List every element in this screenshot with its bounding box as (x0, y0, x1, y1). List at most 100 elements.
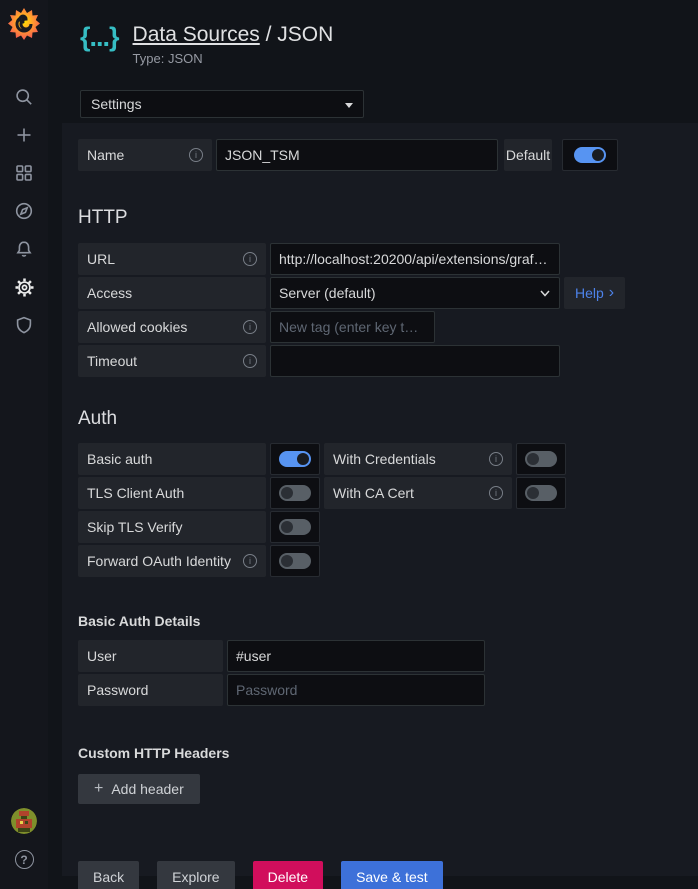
caret-down-icon (345, 103, 353, 108)
with-credentials-label: With Credentials i (324, 443, 512, 475)
skip-tls-verify-label-text: Skip TLS Verify (87, 519, 182, 535)
password-input[interactable] (227, 674, 485, 706)
chevron-right-icon: › (609, 286, 614, 300)
default-label: Default (504, 139, 552, 171)
timeout-label-text: Timeout (87, 353, 137, 369)
skip-tls-verify-label: Skip TLS Verify (78, 511, 266, 543)
forward-oauth-label: Forward OAuth Identity i (78, 545, 266, 577)
forward-oauth-toggle-box (270, 545, 320, 577)
main-area: {...} Data Sources / JSON Type: JSON Set… (48, 0, 698, 889)
tls-client-auth-label: TLS Client Auth (78, 477, 266, 509)
settings-tab-select-value: Settings (91, 96, 142, 112)
with-ca-cert-label: With CA Cert i (324, 477, 512, 509)
breadcrumb-current: / JSON (260, 23, 334, 46)
grafana-logo[interactable] (0, 0, 48, 48)
access-row: Access Server (default) Help › (78, 277, 682, 309)
with-credentials-label-text: With Credentials (333, 451, 436, 467)
tls-client-auth-toggle[interactable] (279, 485, 311, 501)
auth-row-2: TLS Client Auth With CA Cert i (78, 477, 682, 509)
dashboards-grid-icon[interactable] (0, 154, 48, 192)
create-plus-icon[interactable] (0, 116, 48, 154)
with-ca-cert-toggle[interactable] (525, 485, 557, 501)
page-title-block: Data Sources / JSON Type: JSON (133, 22, 334, 66)
access-label-text: Access (87, 285, 132, 301)
info-icon[interactable]: i (243, 554, 257, 568)
basic-auth-toggle[interactable] (279, 451, 311, 467)
help-icon[interactable]: ? (15, 850, 34, 869)
basic-auth-label-text: Basic auth (87, 451, 152, 467)
search-icon[interactable] (0, 78, 48, 116)
allowed-cookies-input[interactable] (270, 311, 435, 343)
add-header-button[interactable]: + Add header (78, 774, 200, 804)
info-icon[interactable]: i (489, 486, 503, 500)
custom-http-headers-heading: Custom HTTP Headers (78, 745, 682, 761)
allowed-cookies-row: Allowed cookies i (78, 311, 682, 343)
help-button[interactable]: Help › (564, 277, 625, 309)
page-title: Data Sources / JSON (133, 22, 334, 48)
sidebar: ? (0, 0, 48, 889)
forward-oauth-label-text: Forward OAuth Identity (87, 553, 231, 569)
skip-tls-verify-toggle-box (270, 511, 320, 543)
name-label-text: Name (87, 147, 124, 163)
name-row: Name i Default (78, 139, 682, 171)
info-icon[interactable]: i (489, 452, 503, 466)
user-input[interactable] (227, 640, 485, 672)
configuration-gear-icon[interactable] (0, 268, 48, 306)
tls-client-auth-toggle-box (270, 477, 320, 509)
datasource-settings-panel: Name i Default HTTP URL i Access (62, 123, 698, 876)
timeout-input[interactable] (270, 345, 560, 377)
sidebar-nav (0, 78, 48, 344)
with-credentials-toggle[interactable] (525, 451, 557, 467)
info-icon[interactable]: i (243, 354, 257, 368)
plus-icon: + (94, 780, 103, 798)
info-icon[interactable]: i (243, 252, 257, 266)
breadcrumb-datasources-link[interactable]: Data Sources (133, 23, 260, 46)
auth-section-heading: Auth (78, 408, 682, 430)
password-label-text: Password (87, 682, 148, 698)
user-avatar[interactable] (11, 808, 37, 834)
with-ca-cert-toggle-box (516, 477, 566, 509)
with-ca-cert-label-text: With CA Cert (333, 485, 414, 501)
info-icon[interactable]: i (189, 148, 203, 162)
http-section-heading: HTTP (78, 207, 682, 229)
default-toggle[interactable] (574, 147, 606, 163)
grafana-logo-icon (7, 6, 41, 42)
url-row: URL i (78, 243, 682, 275)
forward-oauth-toggle[interactable] (279, 553, 311, 569)
user-label: User (78, 640, 223, 672)
user-label-text: User (87, 648, 117, 664)
info-icon[interactable]: i (243, 320, 257, 334)
delete-button[interactable]: Delete (253, 861, 323, 889)
name-input[interactable] (216, 139, 498, 171)
back-button[interactable]: Back (78, 861, 139, 889)
save-test-button[interactable]: Save & test (341, 861, 443, 889)
auth-row-1: Basic auth With Credentials i (78, 443, 682, 475)
access-label: Access (78, 277, 266, 309)
auth-row-4: Forward OAuth Identity i (78, 545, 682, 577)
server-admin-shield-icon[interactable] (0, 306, 48, 344)
timeout-label: Timeout i (78, 345, 266, 377)
allowed-cookies-label-text: Allowed cookies (87, 319, 187, 335)
basic-auth-details-heading: Basic Auth Details (78, 613, 682, 629)
allowed-cookies-label: Allowed cookies i (78, 311, 266, 343)
default-label-text: Default (506, 147, 550, 163)
access-select-value: Server (default) (279, 285, 375, 301)
password-row: Password (78, 674, 682, 706)
avatar-image (11, 808, 37, 834)
settings-tab-select[interactable]: Settings (80, 90, 364, 118)
access-select[interactable]: Server (default) (270, 277, 560, 309)
url-input[interactable] (270, 243, 560, 275)
password-label: Password (78, 674, 223, 706)
url-label-text: URL (87, 251, 115, 267)
timeout-row: Timeout i (78, 345, 682, 377)
action-buttons: Back Explore Delete Save & test (78, 861, 682, 889)
explore-button[interactable]: Explore (157, 861, 234, 889)
add-header-button-label: Add header (111, 781, 183, 797)
user-row: User (78, 640, 682, 672)
explore-compass-icon[interactable] (0, 192, 48, 230)
alerting-bell-icon[interactable] (0, 230, 48, 268)
skip-tls-verify-toggle[interactable] (279, 519, 311, 535)
auth-row-3: Skip TLS Verify (78, 511, 682, 543)
with-credentials-toggle-box (516, 443, 566, 475)
sidebar-bottom: ? (0, 808, 48, 869)
